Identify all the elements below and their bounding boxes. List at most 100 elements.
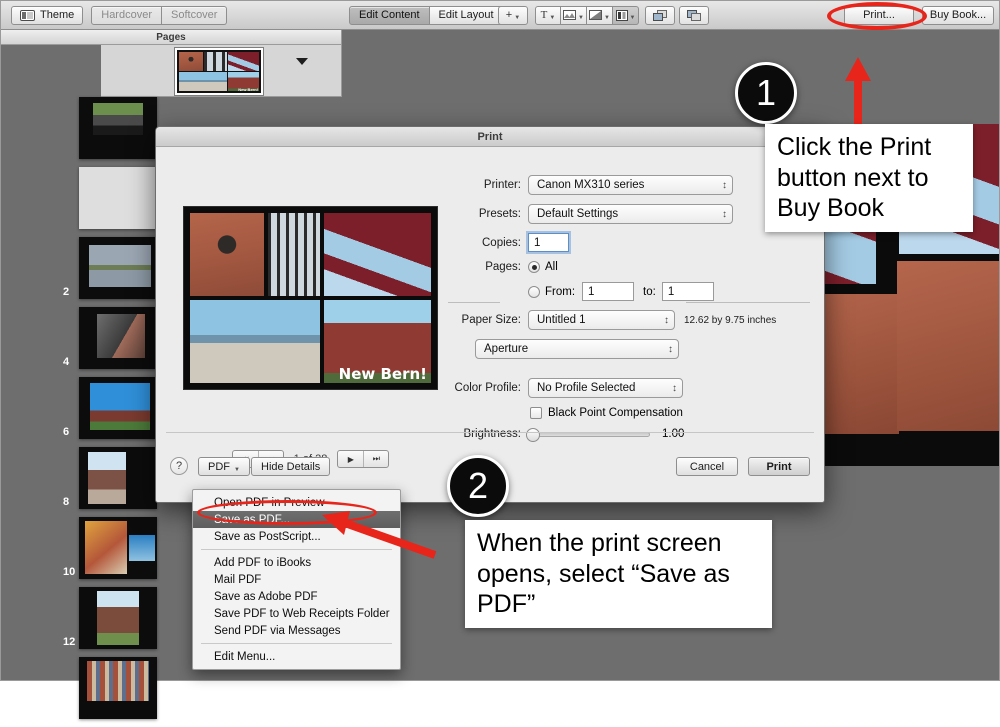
copies-row: Copies: 1 — [448, 233, 808, 252]
edit-content-button[interactable]: Edit Content — [349, 5, 430, 25]
menu-item-save-as-pdf[interactable]: Save as PDF... — [193, 511, 400, 528]
menu-item-add-pdf-to-ibooks[interactable]: Add PDF to iBooks — [193, 554, 400, 571]
cancel-button[interactable]: Cancel — [676, 457, 738, 476]
print-dialog: Print New Bern! ⏮ ◀ 1 of 28 ▶ ⏭ — [155, 126, 825, 503]
pages-strip-selected-thumbnail[interactable]: New Bern! — [175, 48, 263, 95]
thumb-cell — [228, 52, 259, 71]
pages-from-input[interactable]: 1 — [582, 282, 635, 301]
black-point-row: Black Point Compensation — [448, 407, 808, 419]
presets-row: Presets: Default Settings — [448, 204, 808, 224]
page-thumbnail[interactable] — [79, 657, 157, 719]
add-button[interactable]: + ▼ — [498, 5, 528, 25]
paper-size-value: Untitled 1 — [537, 314, 586, 326]
printer-value: Canon MX310 series — [537, 179, 645, 191]
black-point-checkbox[interactable] — [530, 407, 542, 419]
pages-range-row: From: 1 to: 1 — [448, 282, 808, 301]
hide-details-button[interactable]: Hide Details — [251, 457, 331, 476]
photo-effects-button[interactable]: ▼ — [561, 5, 587, 25]
chevron-down-icon: ▼ — [629, 15, 636, 21]
pages-all-radio[interactable] — [528, 261, 540, 273]
menu-item-send-pdf-via-messages[interactable]: Send PDF via Messages — [193, 622, 400, 639]
menu-item-save-pdf-to-web-receipts-folder[interactable]: Save PDF to Web Receipts Folder — [193, 605, 400, 622]
preview-photo — [190, 213, 264, 296]
callout-step-1: Click the Print button next to Buy Book — [765, 124, 973, 232]
menu-item-save-as-postscript[interactable]: Save as PostScript... — [193, 528, 400, 545]
bring-forward-button[interactable] — [645, 5, 675, 25]
page-thumbnail[interactable] — [79, 167, 157, 229]
frame-icon — [589, 10, 603, 20]
bring-forward-icon — [652, 9, 667, 21]
pages-label: Pages: — [485, 261, 521, 273]
pages-sidebar: 2 4 6 8 10 12 — [1, 45, 157, 719]
text-format-button[interactable]: T ▼ — [535, 5, 561, 25]
print-button[interactable]: Print... — [844, 5, 914, 25]
print-preview: New Bern! — [183, 206, 438, 390]
pages-to-input[interactable]: 1 — [661, 282, 714, 301]
add-group: + ▼ — [498, 5, 528, 25]
hardcover-button[interactable]: Hardcover — [91, 5, 162, 25]
paper-size-row: Paper Size: Untitled 1 12.62 by 9.75 inc… — [448, 310, 808, 330]
color-profile-select[interactable]: No Profile Selected — [528, 378, 683, 398]
thumb-cell — [179, 72, 228, 91]
printer-select[interactable]: Canon MX310 series — [528, 175, 733, 195]
plus-icon: + — [505, 9, 513, 21]
edit-layout-button[interactable]: Edit Layout — [429, 5, 504, 25]
pages-range-radio[interactable] — [528, 285, 540, 298]
theme-button-label: Theme — [40, 9, 75, 21]
color-profile-label: Color Profile: — [454, 382, 521, 394]
adjust-button[interactable]: ▼ — [613, 5, 639, 25]
module-row: Aperture — [448, 339, 808, 359]
menu-item-open-pdf-in-preview[interactable]: Open PDF in Preview — [193, 494, 400, 511]
print-confirm-button[interactable]: Print — [748, 457, 810, 476]
copies-input[interactable]: 1 — [528, 233, 569, 252]
pages-to-value: 1 — [667, 285, 675, 298]
paper-size-select[interactable]: Untitled 1 — [528, 310, 675, 330]
divider — [686, 302, 810, 303]
softcover-button[interactable]: Softcover — [162, 5, 228, 25]
pdf-dropdown-menu[interactable]: Open PDF in Preview Save as PDF... Save … — [192, 489, 401, 670]
copies-value: 1 — [534, 236, 541, 249]
page-number: 12 — [63, 636, 76, 648]
page-thumbnail[interactable] — [79, 377, 157, 439]
cover-type-segmented-control[interactable]: Hardcover Softcover — [91, 5, 228, 25]
brightness-label: Brightness: — [463, 428, 521, 440]
edit-mode-segmented-control[interactable]: Edit Content Edit Layout — [349, 5, 504, 25]
chevron-down-icon[interactable] — [296, 58, 308, 65]
page-thumbnail[interactable] — [79, 517, 157, 579]
menu-item-mail-pdf[interactable]: Mail PDF — [193, 571, 400, 588]
menu-item-edit-menu[interactable]: Edit Menu... — [193, 648, 400, 665]
page-thumbnail[interactable] — [79, 587, 157, 649]
presets-select[interactable]: Default Settings — [528, 204, 733, 224]
brightness-value: 1.00 — [662, 428, 685, 440]
frame-button[interactable]: ▼ — [587, 5, 613, 25]
help-button[interactable]: ? — [170, 457, 188, 475]
brightness-slider-knob[interactable] — [526, 427, 540, 442]
module-select[interactable]: Aperture — [475, 339, 679, 359]
chevron-down-icon: ▼ — [514, 15, 521, 21]
menu-item-save-as-adobe-pdf[interactable]: Save as Adobe PDF — [193, 588, 400, 605]
copies-label: Copies: — [482, 236, 521, 249]
preview-photo — [324, 213, 431, 296]
footer-divider — [166, 432, 814, 433]
preview-caption: New Bern! — [338, 365, 427, 383]
module-value: Aperture — [484, 343, 529, 355]
print-settings-form: Printer: Canon MX310 series Presets: Def… — [448, 175, 808, 449]
preview-photo — [267, 213, 321, 296]
page-thumbnail[interactable] — [79, 237, 157, 299]
send-backward-button[interactable] — [679, 5, 709, 25]
page-thumbnail[interactable] — [79, 447, 157, 509]
spread-photo[interactable] — [897, 261, 999, 431]
theme-button[interactable]: Theme — [11, 5, 84, 25]
chevron-down-icon: ▼ — [234, 466, 240, 473]
printer-label: Printer: — [483, 179, 521, 191]
pages-all-row: Pages: All — [448, 261, 808, 273]
step-badge-2: 2 — [447, 455, 509, 517]
pages-from-value: 1 — [588, 285, 595, 298]
buy-book-button[interactable]: Buy Book... — [922, 5, 994, 25]
page-thumbnail[interactable] — [79, 307, 157, 369]
callout-step-2: When the print screen opens, select “Sav… — [465, 520, 772, 628]
page-thumbnail[interactable] — [79, 97, 157, 159]
thumbnail-caption: New Bern! — [238, 87, 258, 92]
pdf-menu-button[interactable]: PDF ▼ — [198, 457, 250, 476]
theme-icon — [20, 9, 35, 21]
